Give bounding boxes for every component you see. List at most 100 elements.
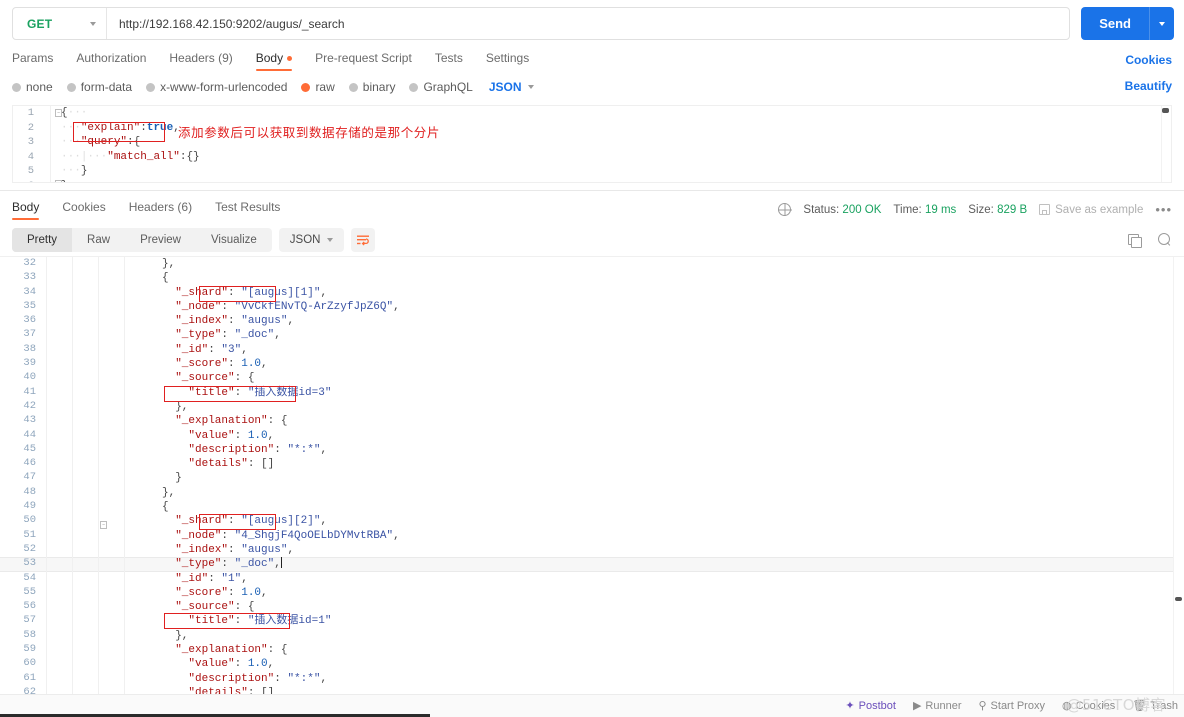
body-type-label: x-www-form-urlencoded: [160, 80, 288, 94]
indent-guides: [46, 442, 150, 458]
code-text: "_shard": "[augus][2]",: [175, 515, 328, 528]
http-method-label: GET: [27, 16, 53, 31]
response-code-line: 36 "_index": "augus",: [0, 314, 1184, 329]
send-button[interactable]: Send: [1081, 7, 1149, 40]
line-number: 35: [23, 299, 36, 312]
fold-marker-icon[interactable]: −: [100, 521, 107, 529]
view-mode-raw[interactable]: Raw: [72, 228, 125, 252]
response-scroll-thumb[interactable]: [1175, 597, 1182, 601]
line-number: 44: [23, 428, 36, 441]
tab-settings[interactable]: Settings: [486, 51, 529, 70]
code-line: 5 ···}: [13, 164, 1171, 179]
tab-headers[interactable]: Headers (9): [169, 51, 232, 70]
code-text: "description": "*:*",: [188, 443, 328, 456]
tab-label: Settings: [485, 50, 530, 65]
tab-pre-request-script[interactable]: Pre-request Script: [315, 51, 412, 70]
request-body-editor[interactable]: 1 {··· 2 ···"explain":true, 3 ···"query"…: [12, 105, 1172, 183]
editor-gutter: [43, 106, 51, 121]
line-number: 45: [23, 442, 36, 455]
code-text: "_id": "1",: [175, 572, 248, 585]
response-code-lines[interactable]: 32}, 33{34 "_shard": "[augus][1]", 35 "_no…: [0, 257, 1184, 696]
response-more-button[interactable]: •••: [1155, 202, 1172, 217]
size-label: Size:: [968, 203, 994, 216]
line-number: 51: [23, 528, 36, 541]
copy-icon[interactable]: [1128, 233, 1142, 248]
indent-guides: [46, 285, 150, 300]
url-input[interactable]: [107, 8, 1070, 39]
code-text: "_explanation": {: [175, 644, 288, 657]
indent-guides: [46, 257, 150, 272]
response-tab-headers[interactable]: Headers (6): [129, 200, 192, 219]
response-tab-cookies[interactable]: Cookies: [62, 200, 105, 219]
tab-authorization[interactable]: Authorization: [76, 51, 146, 70]
indent-guides: [46, 299, 150, 315]
send-options-button[interactable]: [1149, 7, 1174, 40]
line-number: 46: [23, 457, 36, 470]
beautify-link[interactable]: Beautify: [1125, 79, 1172, 93]
indent-guides: [46, 557, 150, 572]
indent-guides: [46, 342, 150, 358]
response-format-select[interactable]: JSON: [278, 228, 345, 252]
response-code-line: 61 "description": "*:*",: [0, 671, 1184, 686]
cookies-button[interactable]: ◍ Cookies: [1062, 700, 1115, 712]
response-code-line: 50 "_shard": "[augus][2]",: [0, 514, 1184, 529]
body-type-none[interactable]: none: [12, 80, 53, 94]
request-editor-scrollbar[interactable]: [1161, 106, 1170, 182]
runner-button[interactable]: ▶ Runner: [913, 700, 962, 712]
trash-button[interactable]: 🗑 Trash: [1132, 700, 1178, 712]
response-scrollbar[interactable]: [1173, 257, 1184, 696]
indent-guides: [46, 514, 150, 529]
view-mode-visualize[interactable]: Visualize: [196, 228, 272, 252]
body-type-urlencoded[interactable]: x-www-form-urlencoded: [146, 80, 287, 94]
start-proxy-button[interactable]: ⚲ Start Proxy: [978, 700, 1044, 712]
code-text: ···}: [61, 165, 88, 177]
search-icon[interactable]: [1158, 233, 1172, 247]
code-text: "details": []: [188, 458, 275, 471]
body-type-raw[interactable]: raw: [301, 80, 335, 94]
code-text: "_score": 1.0,: [175, 586, 268, 599]
editor-gutter: [43, 120, 51, 135]
line-number: 56: [23, 600, 36, 613]
code-text: },: [162, 629, 189, 642]
chevron-down-icon: [327, 238, 334, 242]
http-method-select[interactable]: GET: [13, 8, 107, 39]
request-code-area[interactable]: 1 {··· 2 ···"explain":true, 3 ···"query"…: [13, 106, 1171, 182]
save-as-example-button[interactable]: Save as example: [1039, 204, 1143, 216]
fold-marker-icon[interactable]: −: [55, 109, 62, 117]
annotation-text: 添加参数后可以获取到数据存储的是那个分片: [178, 125, 441, 140]
indent-guides: [46, 614, 150, 629]
tab-tests[interactable]: Tests: [435, 51, 463, 70]
request-editor-scroll-thumb[interactable]: [1162, 108, 1169, 113]
indent-guides: [46, 271, 150, 286]
response-body-viewer[interactable]: 32}, 33{34 "_shard": "[augus][1]", 35 "_no…: [0, 256, 1184, 696]
code-text: "_type": "_doc",: [175, 329, 281, 342]
indent-guides: [46, 485, 150, 501]
view-mode-pretty[interactable]: Pretty: [12, 228, 73, 252]
response-tab-body[interactable]: Body: [12, 200, 40, 220]
body-type-binary[interactable]: binary: [348, 80, 395, 94]
line-number: 41: [23, 385, 36, 398]
response-tab-test-results[interactable]: Test Results: [215, 200, 280, 219]
cookies-link[interactable]: Cookies: [1125, 53, 1172, 67]
body-type-form-data[interactable]: form-data: [66, 80, 132, 94]
tab-label: Headers (6): [128, 200, 193, 214]
line-number: 57: [23, 614, 36, 627]
line-number: 5: [27, 165, 34, 177]
send-group: Send: [1081, 7, 1174, 40]
code-text: "_shard": "[augus][1]",: [175, 286, 328, 299]
raw-format-select[interactable]: JSON: [489, 80, 534, 94]
wrap-lines-button[interactable]: [351, 228, 376, 252]
code-text: "_node": "4_ShgjF4QoOELbDYMvtRBA",: [175, 529, 400, 542]
request-tabs: Params Authorization Headers (9) Body Pr…: [0, 47, 1184, 73]
tab-body[interactable]: Body: [255, 51, 293, 71]
indent-guides: [46, 314, 150, 329]
body-type-graphql[interactable]: GraphQL: [409, 80, 473, 94]
postbot-button[interactable]: ✦ Postbot: [845, 700, 896, 712]
view-mode-preview[interactable]: Preview: [125, 228, 196, 252]
line-number: 34: [23, 285, 36, 298]
tab-params[interactable]: Params: [12, 51, 53, 70]
indent-guides: [46, 671, 150, 686]
indent-guides: [46, 414, 150, 429]
fold-marker-icon[interactable]: −: [55, 180, 62, 182]
indent-guides: [46, 328, 150, 343]
